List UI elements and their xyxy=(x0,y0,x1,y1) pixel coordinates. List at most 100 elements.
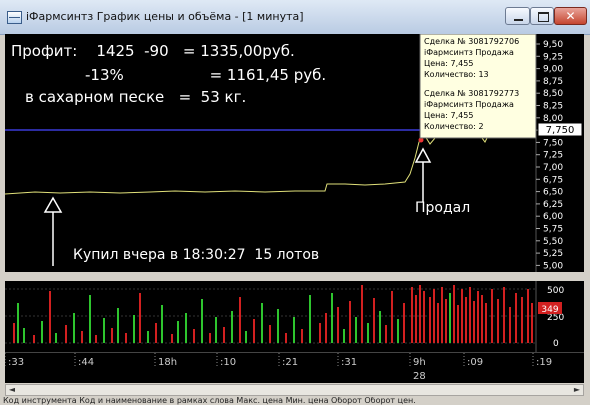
time-label: :33 xyxy=(8,357,24,368)
price-tick-label: 5,75 xyxy=(543,225,563,235)
volume-bar xyxy=(521,297,523,343)
app-window-icon[interactable] xyxy=(7,11,22,24)
volume-current: 349 xyxy=(541,305,558,315)
title-bar[interactable]: iФармсинтз График цены и объёма - [1 мин… xyxy=(0,0,590,35)
volume-bar xyxy=(503,287,505,343)
volume-bar xyxy=(379,311,381,343)
tooltip-price-1: Цена: 7,455 xyxy=(424,59,473,68)
volume-bar xyxy=(253,319,255,343)
current-price-value: 7,750 xyxy=(546,125,575,136)
chart-window: iФармсинтз График цены и объёма - [1 мин… xyxy=(0,0,590,405)
price-tick-label: 6,75 xyxy=(543,175,563,185)
volume-bar xyxy=(403,303,405,343)
tooltip-deal-2: Сделка № 3081792773 xyxy=(424,89,519,98)
price-tick-label: 8,25 xyxy=(543,102,563,112)
time-label: :44 xyxy=(78,357,94,368)
time-axis: :33:44 18h:10:21:31 9h:09:19 28 xyxy=(5,353,584,384)
tooltip-deal-1: Сделка № 3081792706 xyxy=(424,37,519,46)
volume-bar xyxy=(117,308,119,343)
volume-bar xyxy=(319,323,321,343)
price-tick-label: 5,00 xyxy=(543,261,563,271)
volume-chart: 500 250 0 349 xyxy=(5,281,584,352)
volume-bar xyxy=(209,333,211,343)
volume-bar xyxy=(139,293,141,343)
time-label: 18h xyxy=(158,357,177,368)
time-label: :21 xyxy=(282,357,298,368)
volume-bar xyxy=(457,305,459,343)
volume-bar xyxy=(201,299,203,343)
volume-bar xyxy=(361,285,363,343)
volume-bar xyxy=(473,301,475,343)
sell-note: Продал xyxy=(415,200,470,216)
volume-bar xyxy=(497,299,499,343)
horizontal-scrollbar[interactable]: ◄ ► xyxy=(5,384,584,396)
volume-bar xyxy=(285,333,287,343)
volume-bar xyxy=(13,323,15,343)
volume-bar xyxy=(423,291,425,343)
price-tick-label: 9,25 xyxy=(543,52,563,62)
price-tick-label: 8,00 xyxy=(543,114,563,124)
volume-bar xyxy=(231,311,233,343)
profit-line-2: -13% = 1161,45 руб. xyxy=(85,66,326,84)
tooltip-qty-1: Количество: 13 xyxy=(424,70,489,79)
close-button[interactable]: ✕ xyxy=(554,7,587,25)
time-axis-pane: :33:44 18h:10:21:31 9h:09:19 28 xyxy=(5,352,584,384)
volume-bar xyxy=(325,313,327,343)
volume-bar xyxy=(155,323,157,343)
volume-bar xyxy=(415,295,417,343)
tooltip-price-2: Цена: 7,455 xyxy=(424,111,473,120)
close-icon: ✕ xyxy=(565,9,576,23)
volume-bar xyxy=(461,289,463,343)
price-tick-label: 7,00 xyxy=(543,163,563,173)
volume-bar xyxy=(441,287,443,343)
price-tick-label: 8,50 xyxy=(543,89,563,99)
volume-bar xyxy=(73,313,75,343)
profit-line-3: в сахарном песке = 53 кг. xyxy=(25,88,246,106)
price-tick-label: 5,50 xyxy=(543,237,563,247)
volume-bar xyxy=(133,315,135,343)
maximize-button[interactable] xyxy=(530,7,554,25)
volume-bar xyxy=(223,327,225,343)
price-tick-label: 5,25 xyxy=(543,249,563,259)
table-header-partial: Код инструмента Код и наименование в рам… xyxy=(3,397,416,405)
volume-bar xyxy=(103,318,105,343)
volume-bar xyxy=(331,293,333,343)
volume-bar xyxy=(433,289,435,343)
volume-chart-pane[interactable]: 500 250 0 349 xyxy=(5,281,584,352)
price-chart-pane[interactable]: 9,509,259,008,758,508,258,007,757,507,25… xyxy=(5,34,584,272)
volume-bar xyxy=(349,301,351,343)
volume-bar xyxy=(171,334,173,343)
volume-bar xyxy=(469,287,471,343)
price-tick-label: 8,75 xyxy=(543,77,563,87)
price-tick-label: 9,50 xyxy=(543,40,563,50)
volume-bar xyxy=(65,325,67,343)
volume-bar xyxy=(261,303,263,343)
volume-bar xyxy=(33,335,35,343)
time-label: 9h xyxy=(413,357,426,368)
volume-bar xyxy=(491,289,493,343)
volume-bar xyxy=(55,333,57,343)
volume-bar xyxy=(411,287,413,343)
volume-bar xyxy=(465,297,467,343)
scroll-left-icon[interactable]: ◄ xyxy=(6,385,18,395)
tooltip-instrument-2: iФармсинтз Продажа xyxy=(424,100,514,109)
volume-bar xyxy=(95,335,97,343)
buy-note: Купил вчера в 18:30:27 15 лотов xyxy=(73,247,319,263)
volume-tick-500: 500 xyxy=(547,286,564,296)
volume-bar xyxy=(177,321,179,343)
volume-bar xyxy=(245,331,247,343)
volume-bar xyxy=(337,307,339,343)
price-tick-label: 6,50 xyxy=(543,188,563,198)
volume-bar xyxy=(531,303,533,343)
maximize-icon xyxy=(538,12,549,22)
volume-bar xyxy=(193,329,195,343)
time-label: :10 xyxy=(220,357,236,368)
time-label: :09 xyxy=(467,357,483,368)
volume-bar xyxy=(125,333,127,343)
volume-bar xyxy=(49,291,51,343)
profit-line-1: Профит: 1425 -90 = 1335,00руб. xyxy=(11,42,295,60)
volume-bar xyxy=(527,289,529,343)
minimize-button[interactable] xyxy=(505,7,530,25)
scroll-right-icon[interactable]: ► xyxy=(571,385,583,395)
window-title: iФармсинтз График цены и объёма - [1 мин… xyxy=(26,10,304,23)
